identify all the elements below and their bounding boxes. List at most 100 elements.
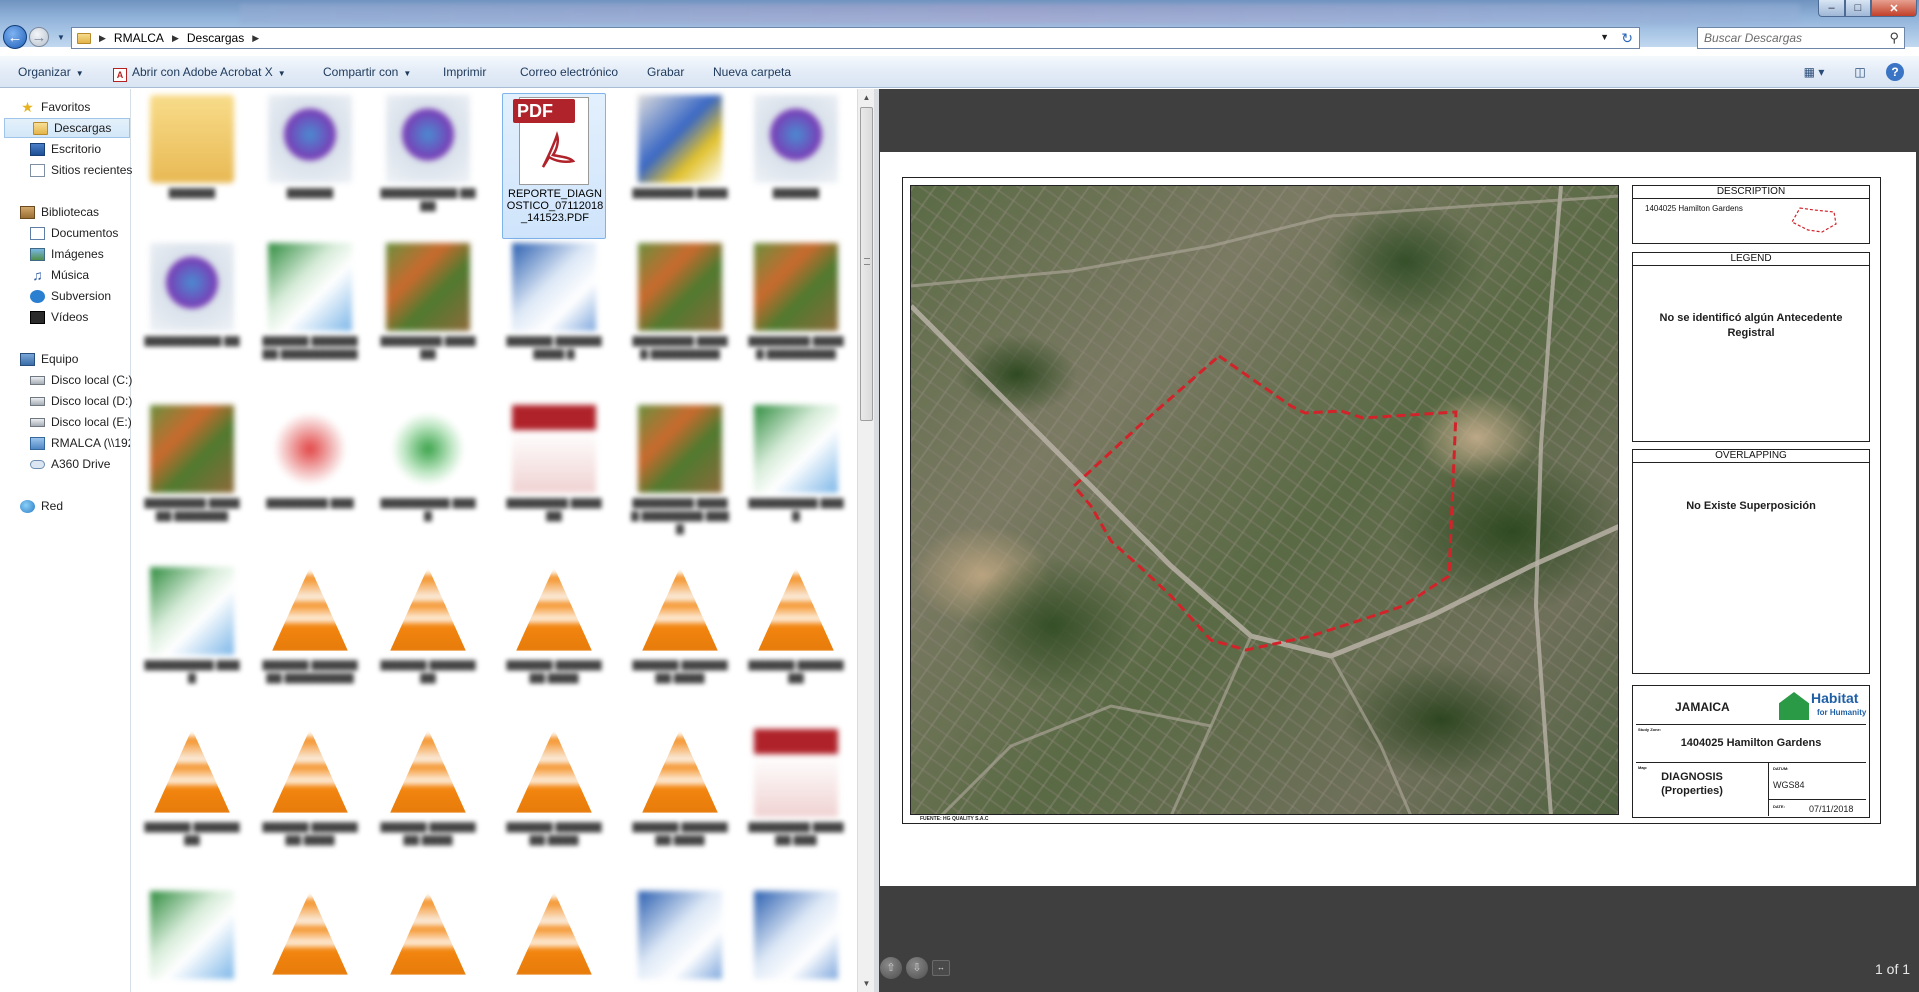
file-item[interactable]: ▇▇▇▇▇▇▇▇ ▇▇▇▇▇ ▇▇▇▇▇▇▇▇▇ <box>744 241 848 387</box>
file-name-blurred: ▇▇▇▇▇▇▇▇ ▇▇▇▇▇ ▇▇▇▇▇▇▇▇▇ <box>632 336 728 360</box>
file-item[interactable]: ▇▇▇▇▇▇ ▇▇▇▇▇▇▇▇ ▇▇▇▇ <box>502 565 606 711</box>
image-thumbnail-icon <box>386 243 470 331</box>
maximize-button[interactable]: □ <box>1845 0 1871 17</box>
file-item[interactable]: ▇▇▇▇▇▇▇▇ ▇▇▇▇ <box>628 93 732 239</box>
previous-page-icon[interactable]: ⇧ <box>880 957 902 979</box>
refresh-icon[interactable]: ↻ <box>1621 30 1633 47</box>
file-item[interactable]: ▇▇▇▇▇▇ ▇▇▇▇▇▇▇▇ ▇▇▇▇ <box>258 727 362 873</box>
pictures-icon <box>30 247 45 261</box>
fit-page-icon[interactable]: ↔ <box>932 960 950 976</box>
address-dropdown-icon[interactable]: ▼ <box>1600 32 1609 42</box>
videos-icon <box>30 310 45 324</box>
pdf-file-icon <box>512 405 596 493</box>
search-placeholder: Buscar Descargas <box>1704 31 1803 45</box>
file-item[interactable]: ▇▇▇▇▇▇▇▇▇▇ ▇▇ <box>140 241 244 387</box>
image-thumbnail-icon <box>754 243 838 331</box>
satellite-map <box>910 185 1619 815</box>
file-name-blurred: ▇▇▇▇▇▇ ▇▇▇▇▇▇▇▇▇▇ ▇ <box>506 336 602 360</box>
image-thumbnail-icon <box>638 405 722 493</box>
file-item[interactable]: ▇▇▇▇▇▇ ▇▇▇▇▇▇▇▇ <box>376 565 480 711</box>
image-thumbnail-icon <box>638 243 722 331</box>
recent-pages-chevron-icon[interactable]: ▼ <box>57 33 65 42</box>
file-item[interactable] <box>258 889 362 992</box>
nav-label: Disco local (E:) <box>51 415 132 429</box>
chevron-down-icon: ▼ <box>75 69 84 78</box>
file-item[interactable] <box>502 889 606 992</box>
view-options-icon[interactable]: ▦ ▾ <box>1797 63 1831 81</box>
breadcrumb-descargas[interactable]: Descargas <box>187 31 244 45</box>
map-value: DIAGNOSIS (Properties) <box>1661 771 1723 797</box>
file-item[interactable]: ▇▇▇▇▇▇ ▇▇▇▇▇▇▇▇ ▇▇▇▇ <box>628 565 732 711</box>
archive-icon <box>150 243 234 331</box>
file-item[interactable]: ▇▇▇▇▇▇ <box>744 93 848 239</box>
email-button[interactable]: Correo electrónico <box>520 65 618 79</box>
file-item[interactable]: ▇▇▇▇▇▇▇▇▇ ▇▇▇▇ <box>376 403 480 549</box>
file-item[interactable]: ▇▇▇▇▇▇▇▇ ▇▇▇▇▇ ▇▇▇▇▇▇▇▇ ▇▇▇▇ <box>628 403 732 549</box>
file-item[interactable]: ▇▇▇▇▇▇▇▇ ▇▇▇▇▇ ▇▇▇▇▇▇▇▇▇ <box>628 241 732 387</box>
address-bar[interactable]: ▶ RMALCA ▶ Descargas ▶ ▼ ↻ <box>71 27 1640 49</box>
file-item[interactable] <box>628 889 732 992</box>
file-item[interactable]: ▇▇▇▇▇▇ <box>258 93 362 239</box>
file-item[interactable] <box>744 889 848 992</box>
file-item[interactable]: ▇▇▇▇▇▇▇▇▇▇ ▇▇▇▇ <box>376 93 480 239</box>
file-item[interactable] <box>140 889 244 992</box>
preview-pane-icon[interactable]: ◫ <box>1850 63 1870 81</box>
file-item[interactable]: ▇▇▇▇▇▇ <box>140 93 244 239</box>
scroll-up-arrow-icon[interactable]: ▲ <box>858 89 875 106</box>
minimize-button[interactable]: – <box>1818 0 1845 17</box>
open-with-acrobat-button[interactable]: A Abrir con Adobe Acrobat X ▼ <box>113 65 286 82</box>
burn-button[interactable]: Grabar <box>647 65 684 79</box>
file-item[interactable]: ▇▇▇▇▇▇ ▇▇▇▇▇▇▇▇▇▇ ▇ <box>502 241 606 387</box>
new-folder-button[interactable]: Nueva carpeta <box>713 65 791 79</box>
file-item[interactable]: ▇▇▇▇▇▇▇▇ ▇▇▇▇▇▇ ▇▇▇ <box>744 727 848 873</box>
file-item[interactable]: ▇▇▇▇▇▇▇▇▇ ▇▇▇▇ <box>140 565 244 711</box>
file-item[interactable]: ▇▇▇▇▇▇▇▇▇ ▇▇▇▇ <box>744 403 848 549</box>
file-item[interactable]: ▇▇▇▇▇▇▇▇ ▇▇▇ <box>258 403 362 549</box>
spreadsheet-icon <box>150 567 234 655</box>
back-button[interactable]: ← <box>3 25 27 49</box>
breadcrumb-rmalca[interactable]: RMALCA <box>114 31 164 45</box>
file-item-selected-pdf[interactable]: PDF REPORTE_DIAGNOSTICO_07112018_141523.… <box>502 93 606 239</box>
file-item[interactable]: ▇▇▇▇▇▇ ▇▇▇▇▇▇▇▇ ▇▇▇▇▇▇▇▇▇ <box>258 565 362 711</box>
file-item[interactable]: ▇▇▇▇▇▇ ▇▇▇▇▇▇▇▇ <box>744 565 848 711</box>
pdf-file-icon: PDF <box>513 97 595 187</box>
divider <box>1636 762 1866 763</box>
subversion-icon <box>30 289 45 303</box>
file-item[interactable]: ▇▇▇▇▇▇▇▇ ▇▇▇▇▇▇ <box>502 403 606 549</box>
title-bar: ← → ▼ ▶ RMALCA ▶ Descargas ▶ ▼ ↻ Buscar … <box>0 0 1919 49</box>
nav-label: Descargas <box>54 121 112 135</box>
share-menu[interactable]: Compartir con ▼ <box>323 65 411 79</box>
forward-button[interactable]: → <box>29 27 49 47</box>
file-item[interactable]: ▇▇▇▇▇▇ ▇▇▇▇▇▇▇▇ <box>140 727 244 873</box>
organize-menu[interactable]: Organizar ▼ <box>18 65 84 79</box>
breadcrumb-chevron-icon[interactable]: ▶ <box>252 33 259 44</box>
file-item[interactable]: ▇▇▇▇▇▇ ▇▇▇▇▇▇▇▇ ▇▇▇▇ <box>502 727 606 873</box>
scroll-down-arrow-icon[interactable]: ▼ <box>858 975 875 992</box>
disk-icon <box>30 375 45 385</box>
nav-label: Escritorio <box>51 142 102 156</box>
nav-item-network-drive[interactable]: RMALCA (\\192 <box>30 433 130 453</box>
file-grid-scrollbar[interactable]: ▲ ▼ <box>857 89 874 992</box>
breadcrumb-chevron-icon[interactable]: ▶ <box>172 33 179 44</box>
file-item[interactable] <box>376 889 480 992</box>
file-name-blurred: ▇▇▇▇▇▇▇▇ ▇▇▇ <box>266 498 354 509</box>
desktop-icon <box>30 142 45 156</box>
next-page-icon[interactable]: ⇩ <box>906 957 928 979</box>
file-item[interactable]: ▇▇▇▇▇▇ ▇▇▇▇▇▇▇▇ ▇▇▇▇ <box>628 727 732 873</box>
search-input[interactable]: Buscar Descargas ⚲ <box>1697 27 1905 49</box>
scroll-thumb[interactable] <box>860 107 873 421</box>
search-icon[interactable]: ⚲ <box>1889 30 1899 46</box>
help-icon[interactable]: ? <box>1886 63 1904 81</box>
file-item[interactable]: ▇▇▇▇▇▇ ▇▇▇▇▇▇▇▇ ▇▇▇▇ <box>376 727 480 873</box>
share-label: Compartir con <box>323 65 399 79</box>
spreadsheet-icon <box>754 405 838 493</box>
print-button[interactable]: Imprimir <box>443 65 486 79</box>
file-name-blurred: ▇▇▇▇▇▇▇▇ ▇▇▇▇▇ ▇▇▇▇▇▇▇▇ ▇▇▇▇ <box>631 498 729 535</box>
folder-icon <box>77 32 91 44</box>
nav-item-descargas[interactable]: Descargas <box>4 118 130 138</box>
file-item[interactable]: ▇▇▇▇▇▇ ▇▇▇▇▇▇▇▇ ▇▇▇▇▇▇▇▇▇▇ <box>258 241 362 387</box>
file-item[interactable]: ▇▇▇▇▇▇▇▇ ▇▇▇▇▇▇ ▇▇▇▇▇▇▇ <box>140 403 244 549</box>
file-item[interactable]: ▇▇▇▇▇▇▇▇ ▇▇▇▇▇▇ <box>376 241 480 387</box>
close-button[interactable]: ✕ <box>1871 0 1917 17</box>
breadcrumb-chevron-icon[interactable]: ▶ <box>99 33 106 44</box>
